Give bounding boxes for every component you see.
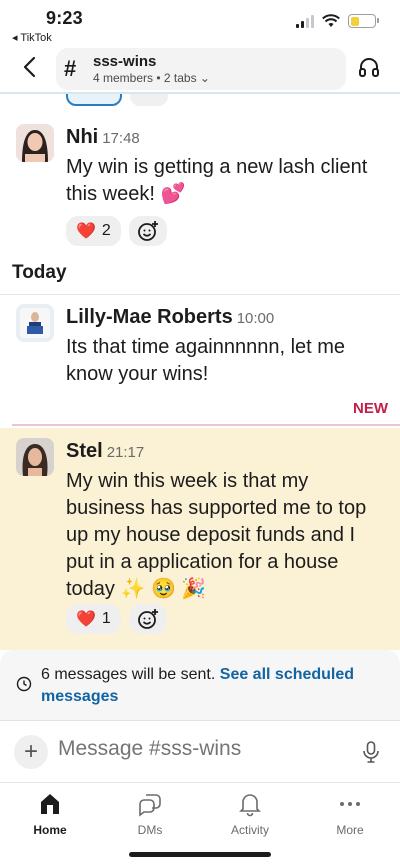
message-composer: +	[0, 720, 400, 782]
message-text: My win is getting a new lash client this…	[66, 156, 368, 205]
reaction-count: 2	[101, 222, 111, 239]
reactions: ❤️ 1	[66, 604, 167, 634]
message-input[interactable]	[58, 737, 338, 761]
scheduled-text: 6 messages will be sent.	[41, 666, 216, 683]
scheduled-clock-icon	[16, 676, 32, 692]
divider	[0, 294, 400, 295]
more-icon	[340, 802, 360, 806]
reaction-pill[interactable]: ❤️ 2	[66, 216, 121, 246]
add-reaction-button[interactable]	[128, 604, 167, 634]
battery-icon	[348, 14, 379, 28]
attach-plus-button[interactable]: +	[14, 735, 48, 769]
add-reaction-button[interactable]	[130, 94, 168, 106]
message-text: My win this week is that my business has…	[66, 470, 367, 600]
home-icon	[41, 794, 59, 814]
message-author[interactable]: Lilly-Mae Roberts 10:00	[66, 306, 274, 329]
add-reaction-button[interactable]	[128, 216, 167, 246]
microphone-icon[interactable]	[362, 741, 380, 763]
bell-icon	[239, 794, 261, 817]
tab-activity[interactable]: Activity	[210, 791, 290, 837]
back-to-app-link[interactable]: ◂ TikTok	[12, 31, 52, 44]
message-timestamp: 10:00	[236, 310, 275, 327]
reaction-count: 1	[101, 610, 111, 627]
wifi-icon	[322, 14, 340, 27]
message-item[interactable]: Lilly-Mae Roberts 10:00 Its that time aga…	[0, 302, 400, 402]
add-emoji-icon	[137, 221, 158, 241]
previous-reactions	[66, 94, 168, 106]
headphones-icon[interactable]	[358, 56, 380, 78]
reactions: ❤️ 2	[66, 216, 167, 246]
status-bar: 9:23 ◂ TikTok	[0, 0, 400, 46]
plus-icon: +	[23, 738, 38, 765]
avatar[interactable]	[16, 304, 54, 342]
reaction-pill[interactable]: ❤️ 1	[66, 604, 121, 634]
avatar[interactable]	[16, 124, 54, 162]
message-author[interactable]: Stel 21:17	[66, 440, 144, 463]
heart-icon: ❤️	[76, 611, 96, 628]
add-emoji-icon	[137, 609, 158, 629]
reaction-pill[interactable]	[66, 94, 122, 106]
channel-header: # sss-wins 4 members • 2 tabs ⌄	[0, 46, 400, 92]
hash-icon: #	[64, 56, 77, 81]
cellular-signal-icon	[296, 14, 314, 28]
message-author[interactable]: Nhi 17:48	[66, 126, 140, 149]
message-text: Its that time againnnnnn, let me know yo…	[66, 336, 346, 385]
status-time: 9:23	[46, 8, 83, 28]
scheduled-messages-banner: 6 messages will be sent. See all schedul…	[0, 650, 400, 720]
tab-more[interactable]: More	[310, 791, 390, 837]
status-icons	[296, 14, 379, 28]
tab-dms[interactable]: DMs	[110, 791, 190, 837]
back-chevron-icon[interactable]	[18, 54, 42, 80]
day-divider: Today	[12, 262, 67, 283]
new-messages-label: NEW	[353, 400, 388, 417]
tab-home[interactable]: Home	[10, 791, 90, 837]
message-feed[interactable]: Nhi 17:48 My win is getting a new lash cl…	[0, 94, 400, 650]
new-messages-divider	[12, 424, 400, 426]
message-item[interactable]: Nhi 17:48 My win is getting a new lash cl…	[0, 122, 400, 252]
dms-icon	[139, 794, 161, 817]
channel-meta: 4 members • 2 tabs ⌄	[93, 71, 210, 85]
avatar[interactable]	[16, 438, 54, 476]
heart-icon: ❤️	[76, 223, 96, 240]
channel-info-button[interactable]: # sss-wins 4 members • 2 tabs ⌄	[56, 48, 346, 90]
channel-name: sss-wins	[93, 53, 157, 70]
message-timestamp: 21:17	[106, 444, 145, 461]
message-timestamp: 17:48	[102, 130, 140, 147]
message-item[interactable]: Stel 21:17 My win this week is that my bu…	[0, 436, 400, 646]
home-indicator	[129, 852, 271, 857]
